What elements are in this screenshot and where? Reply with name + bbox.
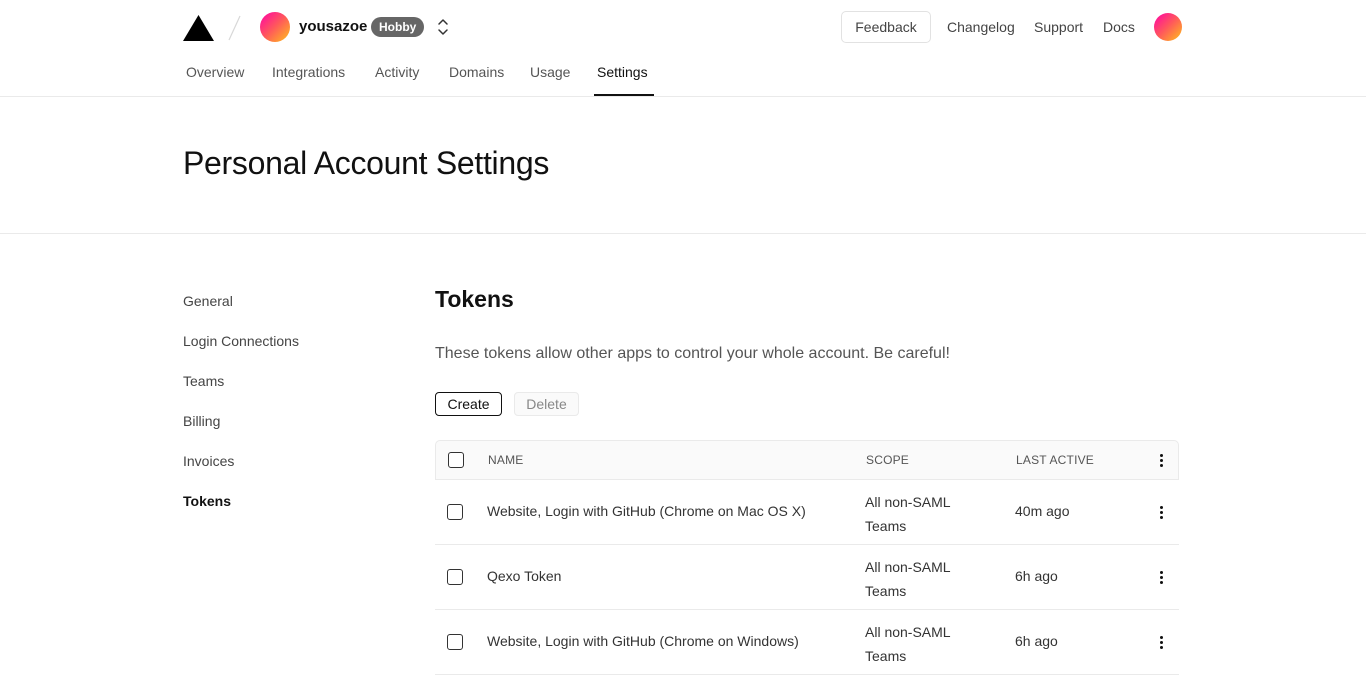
more-vertical-icon[interactable] (1153, 452, 1169, 468)
tab-settings[interactable]: Settings (597, 64, 648, 80)
row-checkbox[interactable] (447, 569, 463, 585)
table-row: Website, Login with GitHub (Chrome on Wi… (435, 610, 1179, 675)
column-header-last-active: LAST ACTIVE (1016, 453, 1095, 467)
token-scope-line: Teams (865, 583, 907, 599)
token-scope-line: Teams (865, 648, 907, 664)
token-scope: All non-SAML Teams (865, 620, 975, 668)
sidebar-item-tokens[interactable]: Tokens (183, 493, 231, 509)
token-last-active: 40m ago (1015, 503, 1070, 519)
tab-domains[interactable]: Domains (449, 64, 504, 80)
tab-integrations[interactable]: Integrations (272, 64, 345, 80)
token-last-active: 6h ago (1015, 568, 1058, 584)
select-all-checkbox[interactable] (448, 452, 464, 468)
team-avatar[interactable] (260, 12, 290, 42)
sidebar-item-billing[interactable]: Billing (183, 413, 220, 429)
chevron-up-down-icon[interactable] (434, 16, 452, 38)
support-link[interactable]: Support (1034, 19, 1083, 35)
team-name[interactable]: yousazoe (299, 18, 367, 35)
column-header-scope: SCOPE (866, 453, 910, 467)
tab-usage[interactable]: Usage (530, 64, 570, 80)
plan-badge: Hobby (371, 17, 425, 37)
token-scope-line: Teams (865, 518, 907, 534)
more-vertical-icon[interactable] (1153, 504, 1169, 520)
token-last-active: 6h ago (1015, 633, 1058, 649)
row-checkbox[interactable] (447, 634, 463, 650)
token-name: Website, Login with GitHub (Chrome on Ma… (487, 503, 806, 519)
more-vertical-icon[interactable] (1153, 569, 1169, 585)
docs-link[interactable]: Docs (1103, 19, 1135, 35)
token-name: Website, Login with GitHub (Chrome on Wi… (487, 633, 799, 649)
sidebar-item-general[interactable]: General (183, 293, 233, 309)
slash-divider-icon (228, 15, 241, 41)
token-scope: All non-SAML Teams (865, 490, 975, 538)
table-row: Qexo Token All non-SAML Teams 6h ago (435, 545, 1179, 610)
active-tab-indicator (594, 94, 654, 96)
sidebar-item-login-connections[interactable]: Login Connections (183, 333, 299, 349)
title-band: Personal Account Settings (0, 97, 1366, 234)
table-row: Website, Login with GitHub (Chrome on Ma… (435, 480, 1179, 545)
changelog-link[interactable]: Changelog (947, 19, 1015, 35)
page-title: Personal Account Settings (183, 145, 550, 181)
token-scope-line: All non-SAML (865, 494, 951, 510)
feedback-button[interactable]: Feedback (841, 11, 931, 43)
token-scope-line: All non-SAML (865, 559, 951, 575)
section-description: These tokens allow other apps to control… (435, 345, 950, 362)
row-checkbox[interactable] (447, 504, 463, 520)
sidebar-item-invoices[interactable]: Invoices (183, 453, 234, 469)
table-header: NAME SCOPE LAST ACTIVE (435, 440, 1179, 480)
token-scope: All non-SAML Teams (865, 555, 975, 603)
delete-token-button[interactable]: Delete (514, 392, 579, 416)
token-scope-line: All non-SAML (865, 624, 951, 640)
tab-overview[interactable]: Overview (186, 64, 244, 80)
token-name: Qexo Token (487, 568, 562, 584)
create-token-button[interactable]: Create (435, 392, 502, 416)
user-avatar[interactable] (1154, 13, 1182, 41)
section-title: Tokens (435, 286, 514, 312)
tab-activity[interactable]: Activity (375, 64, 419, 80)
column-header-name: NAME (488, 453, 524, 467)
tokens-table: NAME SCOPE LAST ACTIVE Website, Login wi… (435, 440, 1179, 675)
sidebar-item-teams[interactable]: Teams (183, 373, 224, 389)
top-header: yousazoe Hobby Feedback Changelog Suppor… (0, 0, 1366, 97)
more-vertical-icon[interactable] (1153, 634, 1169, 650)
triangle-logo-icon[interactable] (183, 15, 214, 41)
